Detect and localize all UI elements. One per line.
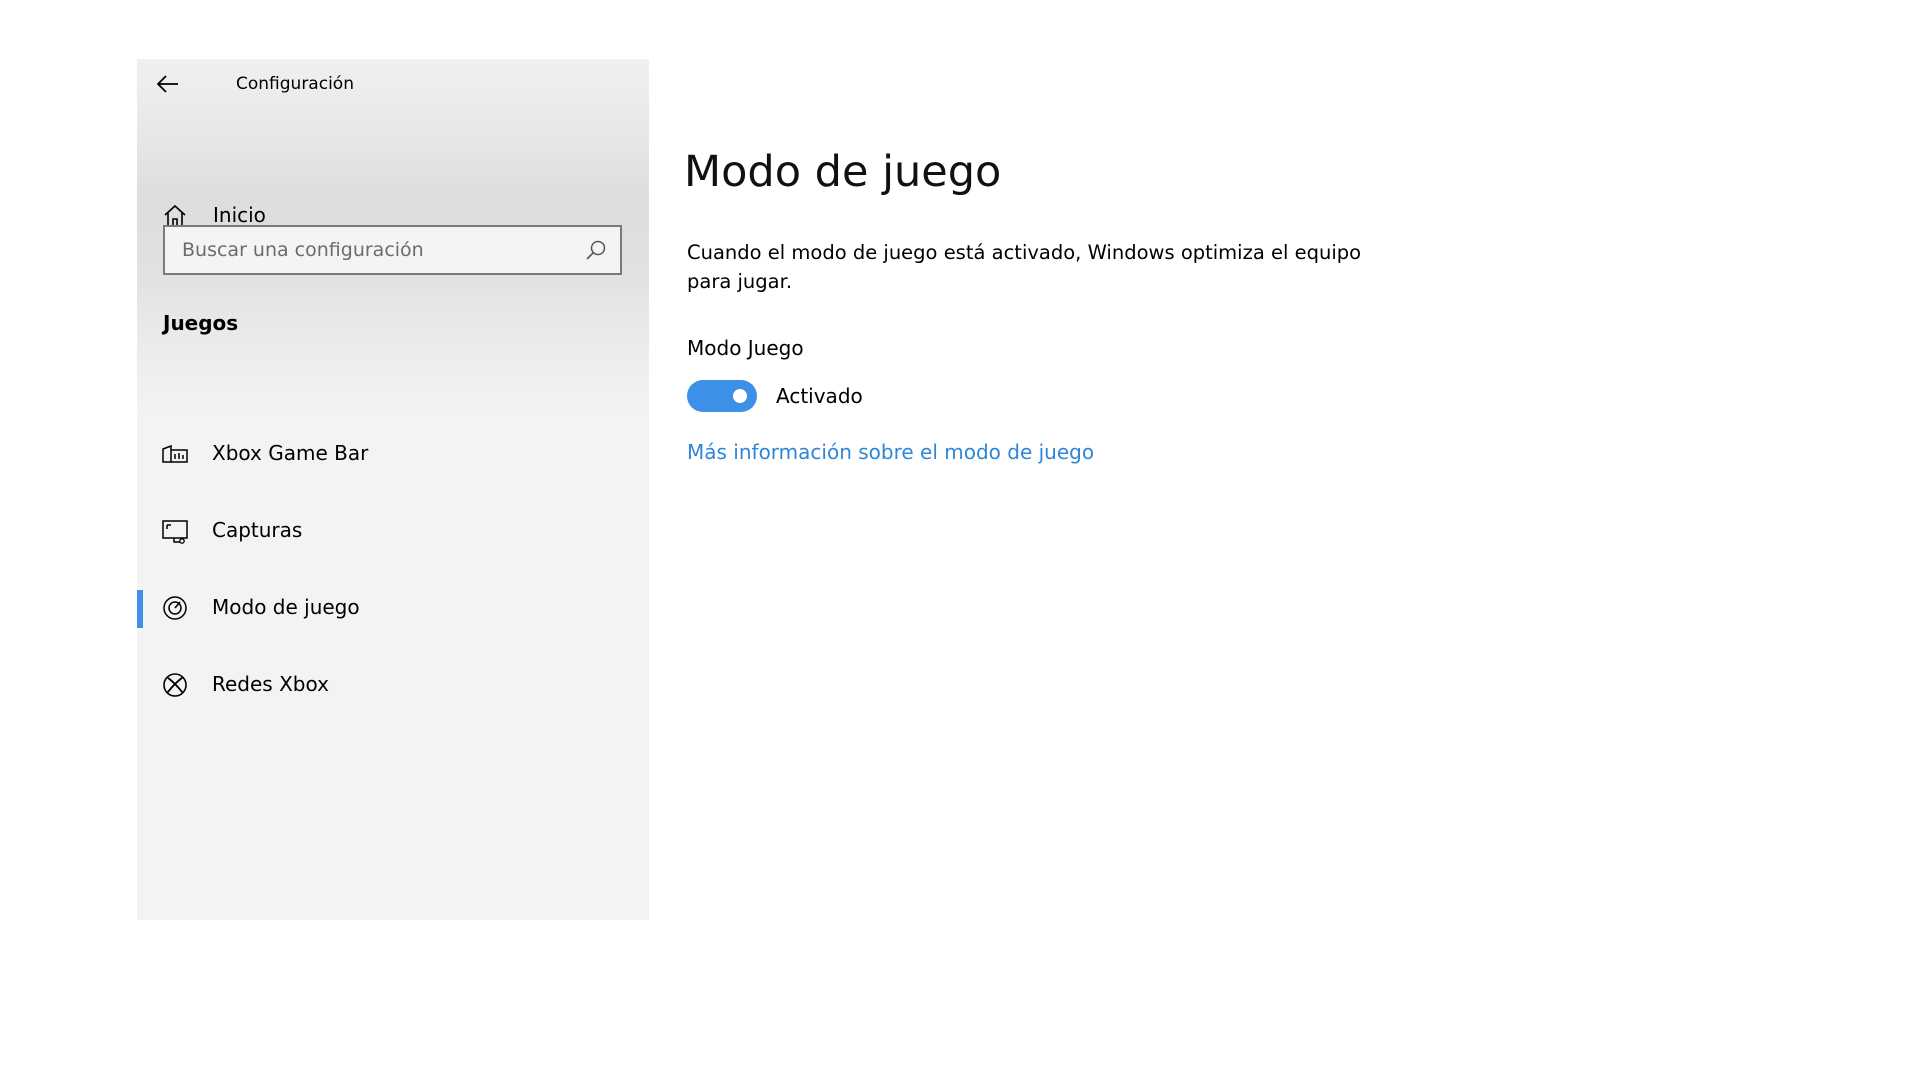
sidebar-nav: Xbox Game Bar Capturas Modo de juego Red… xyxy=(137,416,649,724)
sidebar: Configuración Inicio Juegos xyxy=(137,59,649,920)
captures-icon xyxy=(161,517,189,545)
xbox-icon xyxy=(161,671,189,699)
sidebar-item-xbox-game-bar[interactable]: Xbox Game Bar xyxy=(137,416,649,493)
selection-indicator xyxy=(137,590,143,628)
more-info-link[interactable]: Más información sobre el modo de juego xyxy=(687,440,1094,464)
game-mode-toggle[interactable] xyxy=(687,380,757,412)
sidebar-item-label: Capturas xyxy=(212,518,303,542)
toggle-knob xyxy=(733,389,747,403)
content-pane: Modo de juego Cuando el modo de juego es… xyxy=(684,0,1884,1080)
section-heading: Juegos xyxy=(163,311,239,335)
page-description: Cuando el modo de juego está activado, W… xyxy=(687,241,1362,293)
sidebar-item-label: Xbox Game Bar xyxy=(212,441,369,465)
settings-window: Configuración Inicio Juegos xyxy=(0,0,1920,1080)
search-icon[interactable] xyxy=(584,239,608,263)
game-bar-icon xyxy=(161,440,189,468)
search-input[interactable] xyxy=(165,227,582,273)
game-mode-setting-label: Modo Juego xyxy=(687,336,804,360)
sidebar-item-label: Redes Xbox xyxy=(212,672,329,696)
sidebar-item-capturas[interactable]: Capturas xyxy=(137,493,649,570)
app-title: Configuración xyxy=(236,74,354,94)
toggle-state-label: Activado xyxy=(776,384,863,408)
sidebar-item-label: Modo de juego xyxy=(212,595,360,619)
back-button[interactable] xyxy=(151,67,185,101)
title-bar: Configuración xyxy=(137,59,649,111)
back-arrow-icon xyxy=(157,75,179,93)
sidebar-item-modo-de-juego[interactable]: Modo de juego xyxy=(137,570,649,647)
search-box xyxy=(163,225,622,275)
game-mode-icon xyxy=(161,594,189,622)
page-title: Modo de juego xyxy=(684,147,1002,197)
home-label: Inicio xyxy=(213,203,266,227)
sidebar-item-redes-xbox[interactable]: Redes Xbox xyxy=(137,647,649,724)
